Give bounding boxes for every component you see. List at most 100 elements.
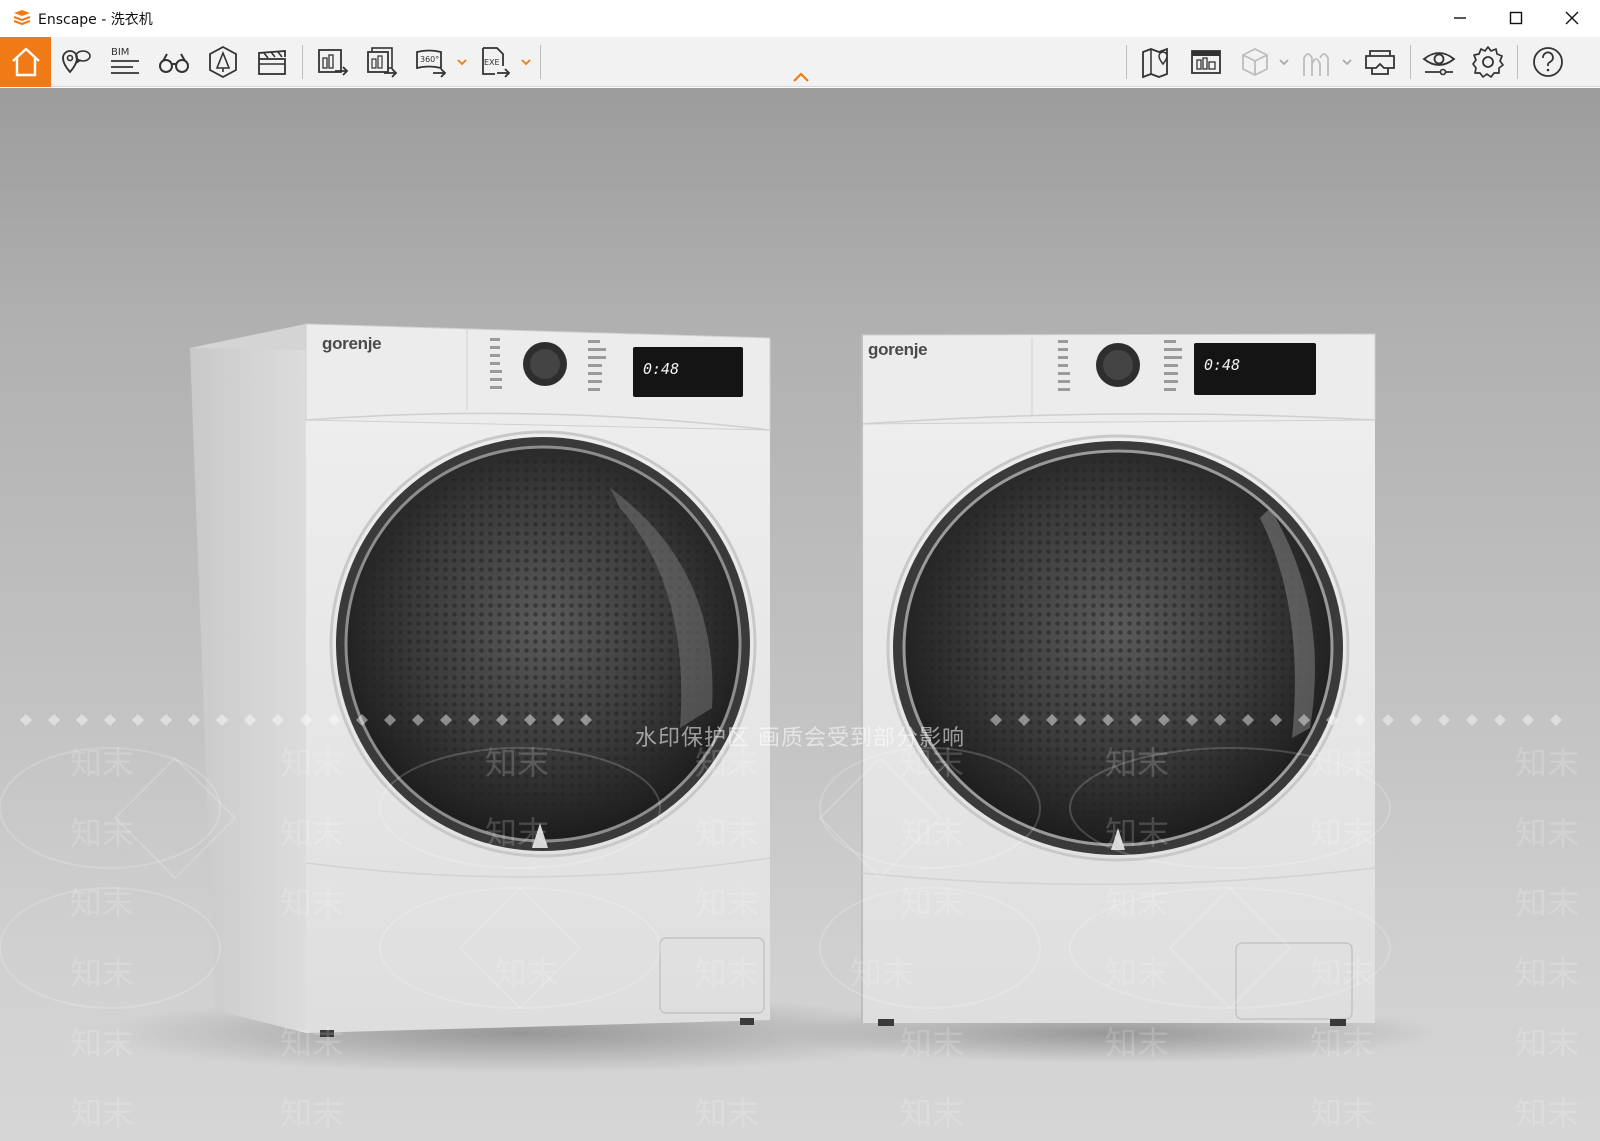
watermark-mark: 知末: [1310, 814, 1375, 852]
right-machine-display: 0:48: [1194, 343, 1316, 395]
chevron-down-icon[interactable]: [455, 55, 469, 69]
walk-mode-button[interactable]: [149, 37, 199, 87]
sky-icon: [1303, 53, 1329, 76]
batch-render-icon: [367, 47, 398, 78]
watermark-mark: 知末: [495, 954, 560, 992]
toolbar-separator: [1410, 45, 1411, 79]
left-machine-brand: gorenje: [322, 334, 382, 353]
help-button[interactable]: [1523, 37, 1573, 87]
watermark-mark: 知末: [280, 1024, 345, 1062]
map-pin-icon: [62, 50, 91, 74]
close-button[interactable]: [1544, 0, 1600, 36]
watermark-mark: 知末: [70, 814, 135, 852]
window-title: Enscape - 洗衣机: [38, 12, 153, 28]
toolbar-separator: [302, 45, 303, 79]
watermark-mark: 知末: [850, 954, 915, 992]
video-editor-button[interactable]: [247, 37, 297, 87]
minimize-button[interactable]: [1432, 0, 1488, 36]
maximize-button[interactable]: [1488, 0, 1544, 36]
toolbar-separator: [540, 45, 541, 79]
title-bar: Enscape - 洗衣机: [0, 0, 1600, 36]
chevron-down-icon[interactable]: [519, 55, 533, 69]
panorama-label: 360°: [420, 55, 439, 64]
watermark-mark: 知末: [900, 1094, 965, 1132]
cube-icon: [1242, 47, 1268, 77]
help-icon: [1533, 47, 1563, 77]
panorama-button[interactable]: 360°: [406, 37, 456, 87]
sky-button[interactable]: [1292, 37, 1342, 87]
watermark-mark: 知末: [695, 884, 760, 922]
watermark-mark: 知末: [1310, 1094, 1375, 1132]
close-icon: [1565, 11, 1579, 25]
watermark-mark: 知末: [1105, 1024, 1170, 1062]
right-machine-brand: gorenje: [868, 340, 928, 359]
map-view-button[interactable]: [1132, 37, 1182, 87]
watermark-mark: 知末: [70, 1094, 135, 1132]
watermark-mark: 知末: [280, 884, 345, 922]
watermark-mark: 知末: [70, 744, 135, 782]
render-image-icon: [318, 49, 349, 76]
asset-library-icon: [209, 45, 237, 79]
vr-headset-button[interactable]: [1355, 37, 1405, 87]
watermark-mark: 知末: [1515, 1024, 1580, 1062]
bim-button[interactable]: BIM: [100, 37, 150, 87]
left-washing-machine: [190, 323, 771, 1037]
watermark-mark: 知末: [280, 814, 345, 852]
toolbar-separator: [1126, 45, 1127, 79]
chevron-down-icon[interactable]: [1277, 55, 1291, 69]
eye-icon: [1422, 52, 1456, 76]
watermark-mark: 知末: [1105, 954, 1170, 992]
watermark-mark: 知末: [70, 884, 135, 922]
watermark-mark: 知末: [695, 814, 760, 852]
asset-library-button[interactable]: [198, 37, 248, 87]
enscape-logo-icon: [13, 10, 31, 26]
left-machine-time: 0:48: [643, 360, 680, 378]
material-editor-icon: [1191, 50, 1221, 74]
views-button[interactable]: [51, 37, 101, 87]
export-exe-button[interactable]: EXE: [470, 37, 520, 87]
watermark-mark: 知末: [1105, 814, 1170, 852]
watermark-band-text: 水印保护区 画质会受到部分影响: [635, 726, 965, 751]
clapperboard-icon: [258, 50, 286, 75]
minimize-icon: [1454, 17, 1466, 19]
gear-icon: [1472, 46, 1504, 78]
material-editor-button[interactable]: [1181, 37, 1231, 87]
panorama-360-icon: 360°: [416, 49, 447, 78]
watermark-mark: 知末: [900, 1024, 965, 1062]
watermark-mark: 知末: [1105, 884, 1170, 922]
cube-button[interactable]: [1230, 37, 1280, 87]
watermark-mark: 知末: [1310, 1024, 1375, 1062]
toolbar-separator: [1517, 45, 1518, 79]
watermark-mark: 知末: [280, 744, 345, 782]
home-button[interactable]: [0, 37, 51, 87]
collapse-toolbar-chevron-icon[interactable]: [790, 70, 812, 84]
bim-icon: BIM: [111, 47, 139, 74]
watermark-mark: 知末: [695, 954, 760, 992]
watermark-mark: 知末: [695, 1094, 760, 1132]
map-view-icon: [1142, 47, 1168, 79]
watermark-mark: 知末: [1310, 954, 1375, 992]
settings-button[interactable]: [1463, 37, 1513, 87]
export-exe-icon: EXE: [482, 47, 511, 78]
visual-settings-button[interactable]: [1414, 37, 1464, 87]
watermark-mark: 知末: [1515, 1094, 1580, 1132]
left-machine-display: 0:48: [633, 347, 743, 397]
render-image-button[interactable]: [308, 37, 358, 87]
watermark-mark: 知末: [485, 814, 550, 852]
watermark-mark: 知末: [900, 814, 965, 852]
watermark-mark: 知末: [1105, 744, 1170, 782]
exe-label: EXE: [484, 58, 500, 67]
maximize-icon: [1509, 11, 1523, 25]
svg-text:BIM: BIM: [111, 47, 129, 58]
binoculars-icon: [159, 53, 189, 73]
watermark-mark: 知末: [900, 884, 965, 922]
chevron-down-icon[interactable]: [1340, 55, 1354, 69]
watermark-mark: 知末: [70, 954, 135, 992]
batch-render-button[interactable]: [357, 37, 407, 87]
home-icon: [11, 47, 40, 77]
render-viewport[interactable]: gorenje gorenje 0:48 0:48 水印保护区 画质会受到部分影…: [0, 88, 1600, 1141]
vr-headset-icon: [1365, 50, 1395, 75]
watermark-mark: 知末: [280, 1094, 345, 1132]
watermark-mark: 知末: [485, 744, 550, 782]
watermark-mark: 知末: [1515, 744, 1580, 782]
